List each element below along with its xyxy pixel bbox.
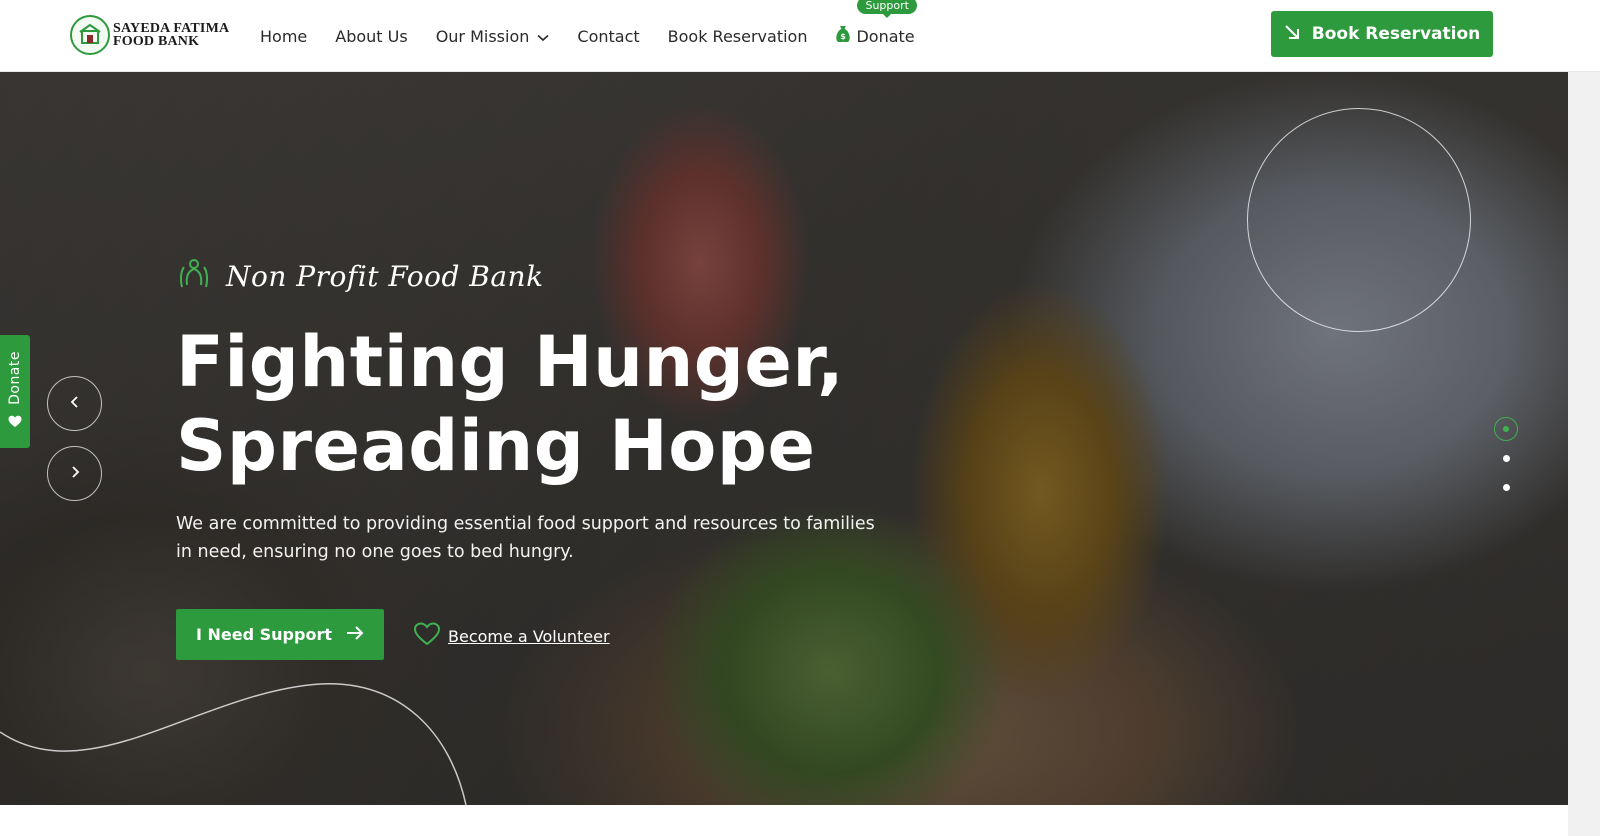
need-support-label: I Need Support — [196, 625, 332, 644]
nav-contact-label: Contact — [577, 26, 640, 46]
site-logo[interactable]: SAYEDA FATIMA FOOD BANK — [70, 13, 229, 57]
nav-contact[interactable]: Contact — [577, 27, 639, 46]
nav-mission-label: Our Mission — [435, 26, 530, 46]
nav-book-reservation[interactable]: Book Reservation — [668, 27, 808, 46]
hero-tagline-text: Non Profit Food Bank — [226, 259, 544, 293]
nav-our-mission[interactable]: Our Mission — [436, 27, 550, 46]
slider-dot-1-active[interactable] — [1494, 417, 1518, 441]
heart-icon — [8, 413, 22, 432]
hero-headline: Fighting Hunger, Spreading Hope — [176, 320, 844, 488]
become-volunteer-label: Become a Volunteer — [448, 626, 610, 646]
nav-book-label: Book Reservation — [667, 26, 808, 46]
heart-outline-icon — [413, 622, 441, 650]
nav-donate[interactable]: Support $ Donate — [835, 0, 917, 47]
site-header: SAYEDA FATIMA FOOD BANK Home About Us Ou… — [0, 0, 1600, 72]
support-badge: Support — [857, 0, 917, 18]
slider-dot-3[interactable] — [1503, 484, 1510, 491]
arrow-right-icon — [346, 625, 364, 644]
svg-text:$: $ — [841, 32, 847, 41]
side-donate-label: Donate — [7, 351, 23, 405]
slider-next-button[interactable] — [47, 446, 102, 501]
book-reservation-label: Book Reservation — [1311, 24, 1481, 44]
hero-headline-line-1: Fighting Hunger, — [176, 321, 845, 403]
chevron-left-icon — [70, 394, 80, 413]
decorative-curve — [0, 683, 467, 805]
chevron-down-icon — [537, 27, 549, 46]
nav-home-label: Home — [260, 26, 308, 46]
food-hands-icon — [178, 257, 210, 295]
decorative-circle — [1247, 108, 1471, 332]
page-scrollbar[interactable] — [1568, 72, 1600, 836]
side-donate-tab[interactable]: Donate — [0, 335, 30, 448]
nav-donate-label: Donate — [856, 26, 915, 46]
chevron-right-icon — [70, 464, 80, 483]
nav-about-us[interactable]: About Us — [335, 27, 407, 46]
become-volunteer-link[interactable]: Become a Volunteer — [413, 622, 610, 650]
page-bottom-strip — [0, 805, 1568, 836]
logo-emblem-icon — [70, 15, 110, 55]
main-nav: Home About Us Our Mission Contact Book R… — [260, 0, 943, 72]
book-reservation-button[interactable]: Book Reservation — [1271, 11, 1493, 57]
nav-home[interactable]: Home — [260, 27, 307, 46]
hero-tagline: Non Profit Food Bank — [178, 257, 544, 295]
money-bag-icon: $ — [835, 25, 851, 47]
arrow-down-right-icon — [1284, 24, 1300, 45]
slider-dot-2[interactable] — [1503, 455, 1510, 462]
logo-text: SAYEDA FATIMA FOOD BANK — [113, 22, 229, 49]
need-support-button[interactable]: I Need Support — [176, 609, 384, 660]
logo-line-2: FOOD BANK — [113, 34, 200, 49]
slider-prev-button[interactable] — [47, 376, 102, 431]
hero-headline-line-2: Spreading Hope — [176, 405, 816, 487]
hero-description: We are committed to providing essential … — [176, 514, 875, 562]
nav-about-label: About Us — [335, 26, 408, 46]
hero-banner: Non Profit Food Bank Fighting Hunger, Sp… — [0, 72, 1568, 805]
